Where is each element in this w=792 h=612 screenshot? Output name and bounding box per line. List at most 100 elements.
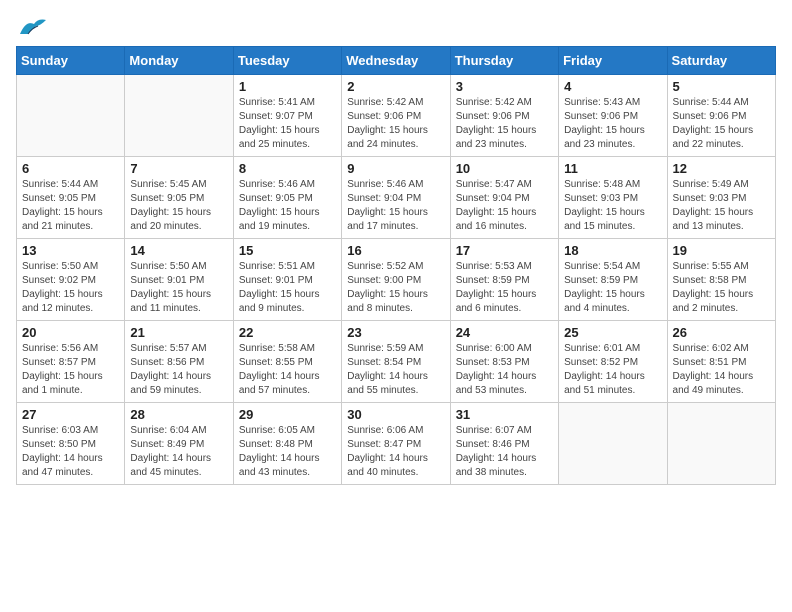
day-info: Sunrise: 6:00 AM Sunset: 8:53 PM Dayligh… — [456, 342, 553, 398]
day-info: Sunrise: 5:44 AM Sunset: 9:05 PM Dayligh… — [22, 178, 119, 234]
day-info: Sunrise: 6:02 AM Sunset: 8:51 PM Dayligh… — [673, 342, 770, 398]
day-number: 13 — [22, 243, 119, 258]
day-header-wednesday: Wednesday — [342, 47, 450, 75]
calendar-cell: 30 Sunrise: 6:06 AM Sunset: 8:47 PM Dayli… — [342, 403, 450, 485]
day-info: Sunrise: 6:06 AM Sunset: 8:47 PM Dayligh… — [347, 424, 444, 480]
day-info: Sunrise: 5:46 AM Sunset: 9:04 PM Dayligh… — [347, 178, 444, 234]
day-number: 28 — [130, 407, 227, 422]
calendar-cell: 15 Sunrise: 5:51 AM Sunset: 9:01 PM Dayli… — [233, 239, 341, 321]
day-info: Sunrise: 6:05 AM Sunset: 8:48 PM Dayligh… — [239, 424, 336, 480]
logo-bird-icon — [18, 16, 46, 38]
week-row-5: 27 Sunrise: 6:03 AM Sunset: 8:50 PM Dayli… — [17, 403, 776, 485]
calendar-cell: 9 Sunrise: 5:46 AM Sunset: 9:04 PM Daylig… — [342, 157, 450, 239]
calendar-cell: 25 Sunrise: 6:01 AM Sunset: 8:52 PM Dayli… — [559, 321, 667, 403]
day-number: 22 — [239, 325, 336, 340]
day-info: Sunrise: 5:52 AM Sunset: 9:00 PM Dayligh… — [347, 260, 444, 316]
week-row-2: 6 Sunrise: 5:44 AM Sunset: 9:05 PM Daylig… — [17, 157, 776, 239]
calendar-cell: 24 Sunrise: 6:00 AM Sunset: 8:53 PM Dayli… — [450, 321, 558, 403]
calendar-cell — [667, 403, 775, 485]
day-info: Sunrise: 5:45 AM Sunset: 9:05 PM Dayligh… — [130, 178, 227, 234]
calendar-cell: 19 Sunrise: 5:55 AM Sunset: 8:58 PM Dayli… — [667, 239, 775, 321]
calendar-cell: 23Sunrise: 5:59 AM Sunset: 8:54 PM Dayli… — [342, 321, 450, 403]
calendar-cell: 21 Sunrise: 5:57 AM Sunset: 8:56 PM Dayli… — [125, 321, 233, 403]
day-info: Sunrise: 5:55 AM Sunset: 8:58 PM Dayligh… — [673, 260, 770, 316]
day-info: Sunrise: 5:42 AM Sunset: 9:06 PM Dayligh… — [347, 96, 444, 152]
day-number: 29 — [239, 407, 336, 422]
calendar-cell: 18 Sunrise: 5:54 AM Sunset: 8:59 PM Dayli… — [559, 239, 667, 321]
day-number: 17 — [456, 243, 553, 258]
day-number: 8 — [239, 161, 336, 176]
day-number: 31 — [456, 407, 553, 422]
day-info: Sunrise: 5:59 AM Sunset: 8:54 PM Dayligh… — [347, 342, 444, 398]
day-number: 21 — [130, 325, 227, 340]
day-number: 18 — [564, 243, 661, 258]
day-header-saturday: Saturday — [667, 47, 775, 75]
calendar-cell: 5 Sunrise: 5:44 AM Sunset: 9:06 PM Daylig… — [667, 75, 775, 157]
day-info: Sunrise: 5:56 AM Sunset: 8:57 PM Dayligh… — [22, 342, 119, 398]
calendar-cell: 27 Sunrise: 6:03 AM Sunset: 8:50 PM Dayli… — [17, 403, 125, 485]
day-info: Sunrise: 6:03 AM Sunset: 8:50 PM Dayligh… — [22, 424, 119, 480]
day-number: 3 — [456, 79, 553, 94]
week-row-1: 1Sunrise: 5:41 AM Sunset: 9:07 PM Daylig… — [17, 75, 776, 157]
day-info: Sunrise: 6:01 AM Sunset: 8:52 PM Dayligh… — [564, 342, 661, 398]
page-header — [16, 16, 776, 38]
logo — [16, 16, 46, 38]
day-number: 10 — [456, 161, 553, 176]
day-info: Sunrise: 5:50 AM Sunset: 9:01 PM Dayligh… — [130, 260, 227, 316]
day-number: 25 — [564, 325, 661, 340]
calendar-cell: 22 Sunrise: 5:58 AM Sunset: 8:55 PM Dayli… — [233, 321, 341, 403]
calendar-cell: 2 Sunrise: 5:42 AM Sunset: 9:06 PM Daylig… — [342, 75, 450, 157]
calendar-cell: 6 Sunrise: 5:44 AM Sunset: 9:05 PM Daylig… — [17, 157, 125, 239]
day-info: Sunrise: 6:07 AM Sunset: 8:46 PM Dayligh… — [456, 424, 553, 480]
day-number: 14 — [130, 243, 227, 258]
day-number: 2 — [347, 79, 444, 94]
calendar-cell — [17, 75, 125, 157]
day-header-thursday: Thursday — [450, 47, 558, 75]
calendar-cell: 11 Sunrise: 5:48 AM Sunset: 9:03 PM Dayli… — [559, 157, 667, 239]
day-info: Sunrise: 5:50 AM Sunset: 9:02 PM Dayligh… — [22, 260, 119, 316]
day-info: Sunrise: 5:58 AM Sunset: 8:55 PM Dayligh… — [239, 342, 336, 398]
day-number: 30 — [347, 407, 444, 422]
day-number: 16 — [347, 243, 444, 258]
calendar-cell: 10Sunrise: 5:47 AM Sunset: 9:04 PM Dayli… — [450, 157, 558, 239]
day-number: 11 — [564, 161, 661, 176]
calendar-cell: 13 Sunrise: 5:50 AM Sunset: 9:02 PM Dayli… — [17, 239, 125, 321]
day-info: Sunrise: 5:57 AM Sunset: 8:56 PM Dayligh… — [130, 342, 227, 398]
day-number: 1 — [239, 79, 336, 94]
day-info: Sunrise: 5:51 AM Sunset: 9:01 PM Dayligh… — [239, 260, 336, 316]
day-number: 4 — [564, 79, 661, 94]
calendar-cell: 14 Sunrise: 5:50 AM Sunset: 9:01 PM Dayli… — [125, 239, 233, 321]
day-info: Sunrise: 5:43 AM Sunset: 9:06 PM Dayligh… — [564, 96, 661, 152]
calendar-cell: 16 Sunrise: 5:52 AM Sunset: 9:00 PM Dayli… — [342, 239, 450, 321]
day-info: Sunrise: 5:46 AM Sunset: 9:05 PM Dayligh… — [239, 178, 336, 234]
day-number: 26 — [673, 325, 770, 340]
calendar-cell: 17 Sunrise: 5:53 AM Sunset: 8:59 PM Dayli… — [450, 239, 558, 321]
calendar-cell: 7 Sunrise: 5:45 AM Sunset: 9:05 PM Daylig… — [125, 157, 233, 239]
day-info: Sunrise: 5:42 AM Sunset: 9:06 PM Dayligh… — [456, 96, 553, 152]
calendar-cell: 28Sunrise: 6:04 AM Sunset: 8:49 PM Dayli… — [125, 403, 233, 485]
day-number: 9 — [347, 161, 444, 176]
week-row-4: 20 Sunrise: 5:56 AM Sunset: 8:57 PM Dayli… — [17, 321, 776, 403]
calendar-header-row: SundayMondayTuesdayWednesdayThursdayFrid… — [17, 47, 776, 75]
day-header-friday: Friday — [559, 47, 667, 75]
day-info: Sunrise: 5:48 AM Sunset: 9:03 PM Dayligh… — [564, 178, 661, 234]
day-info: Sunrise: 5:49 AM Sunset: 9:03 PM Dayligh… — [673, 178, 770, 234]
day-number: 20 — [22, 325, 119, 340]
day-number: 19 — [673, 243, 770, 258]
day-number: 12 — [673, 161, 770, 176]
calendar-cell: 26 Sunrise: 6:02 AM Sunset: 8:51 PM Dayli… — [667, 321, 775, 403]
day-info: Sunrise: 5:44 AM Sunset: 9:06 PM Dayligh… — [673, 96, 770, 152]
day-info: Sunrise: 5:53 AM Sunset: 8:59 PM Dayligh… — [456, 260, 553, 316]
calendar-cell: 4 Sunrise: 5:43 AM Sunset: 9:06 PM Daylig… — [559, 75, 667, 157]
day-number: 5 — [673, 79, 770, 94]
calendar-cell: 12 Sunrise: 5:49 AM Sunset: 9:03 PM Dayli… — [667, 157, 775, 239]
day-number: 6 — [22, 161, 119, 176]
day-info: Sunrise: 5:54 AM Sunset: 8:59 PM Dayligh… — [564, 260, 661, 316]
week-row-3: 13 Sunrise: 5:50 AM Sunset: 9:02 PM Dayli… — [17, 239, 776, 321]
calendar-cell: 31 Sunrise: 6:07 AM Sunset: 8:46 PM Dayli… — [450, 403, 558, 485]
day-number: 27 — [22, 407, 119, 422]
day-number: 24 — [456, 325, 553, 340]
day-number: 15 — [239, 243, 336, 258]
day-header-tuesday: Tuesday — [233, 47, 341, 75]
day-number: 7 — [130, 161, 227, 176]
